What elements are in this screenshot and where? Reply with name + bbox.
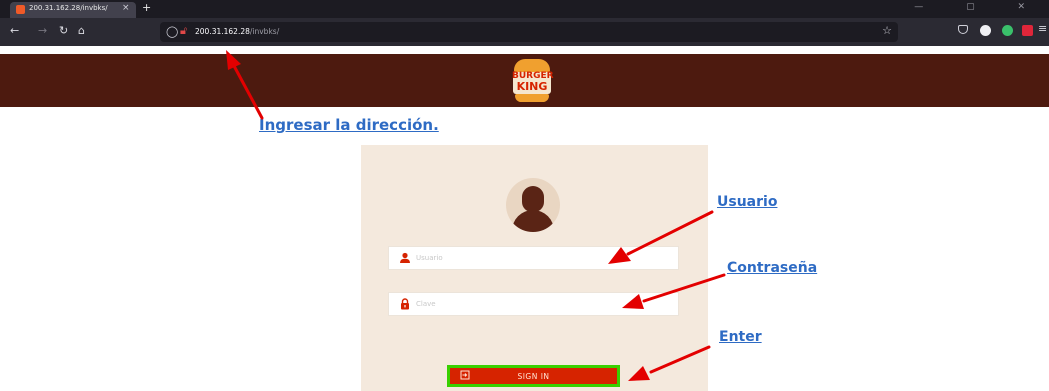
toolbar-extensions: ≡ bbox=[958, 22, 1048, 39]
extension-info-icon[interactable] bbox=[980, 25, 991, 36]
browser-tab[interactable]: 200.31.162.28/invbks/ × bbox=[10, 2, 136, 18]
back-icon[interactable]: ← bbox=[10, 24, 19, 37]
home-icon[interactable]: ⌂ bbox=[78, 24, 85, 37]
new-tab-button[interactable]: + bbox=[142, 1, 151, 14]
user-avatar-icon bbox=[506, 178, 560, 232]
browser-navigation-bar: ← → ↻ ⌂ ◯ 🔓︎ 200.31.162.28/invbks/ ☆ ≡ bbox=[0, 18, 1049, 46]
avatar-body bbox=[512, 210, 554, 232]
address-bar[interactable]: ◯ 🔓︎ 200.31.162.28/invbks/ ☆ bbox=[160, 22, 898, 42]
sign-in-button[interactable]: SIGN IN bbox=[447, 365, 620, 387]
site-header: BURGER KING bbox=[0, 54, 1049, 107]
screenshot-root: 200.31.162.28/invbks/ × + — ▢ ✕ ← → ↻ ⌂ … bbox=[0, 0, 1049, 391]
avatar-head bbox=[522, 186, 544, 212]
password-field[interactable] bbox=[388, 292, 679, 316]
extension-red-icon[interactable] bbox=[1022, 25, 1033, 36]
bookmark-star-icon[interactable]: ☆ bbox=[882, 24, 892, 37]
url-text[interactable]: 200.31.162.28/invbks/ bbox=[195, 27, 279, 36]
username-input[interactable] bbox=[416, 250, 671, 266]
reload-icon[interactable]: ↻ bbox=[59, 24, 68, 37]
annotation-password: Contraseña bbox=[727, 260, 818, 276]
url-path: /invbks/ bbox=[249, 27, 280, 36]
annotation-address: Ingresar la dirección. bbox=[259, 116, 439, 134]
burger-king-logo[interactable]: BURGER KING bbox=[512, 59, 554, 102]
forward-icon[interactable]: → bbox=[38, 24, 47, 37]
logo-bun-bottom bbox=[515, 94, 549, 102]
logo-wordmark: BURGER KING bbox=[512, 71, 554, 93]
lock-icon bbox=[399, 298, 411, 310]
insecure-lock-icon[interactable]: 🔓︎ bbox=[180, 24, 187, 38]
app-menu-icon[interactable]: ≡ bbox=[1038, 22, 1047, 35]
tab-title: 200.31.162.28/invbks/ bbox=[29, 4, 108, 12]
url-host: 200.31.162.28 bbox=[195, 27, 250, 36]
annotation-user: Usuario bbox=[717, 194, 778, 210]
extension-green-icon[interactable] bbox=[1002, 25, 1013, 36]
annotation-enter: Enter bbox=[719, 329, 762, 345]
pocket-icon[interactable] bbox=[958, 25, 968, 34]
browser-tab-strip: 200.31.162.28/invbks/ × + — ▢ ✕ bbox=[0, 0, 1049, 18]
logo-line-2: KING bbox=[516, 80, 548, 93]
username-field[interactable] bbox=[388, 246, 679, 270]
sign-in-label: SIGN IN bbox=[517, 372, 550, 381]
favicon-icon bbox=[16, 5, 25, 14]
login-card: SIGN IN bbox=[361, 145, 708, 391]
window-controls[interactable]: — ▢ ✕ bbox=[914, 2, 1045, 12]
close-tab-icon[interactable]: × bbox=[122, 3, 130, 13]
tracking-shield-icon[interactable]: ◯ bbox=[166, 25, 178, 38]
password-input[interactable] bbox=[416, 296, 671, 312]
user-icon bbox=[399, 252, 411, 264]
